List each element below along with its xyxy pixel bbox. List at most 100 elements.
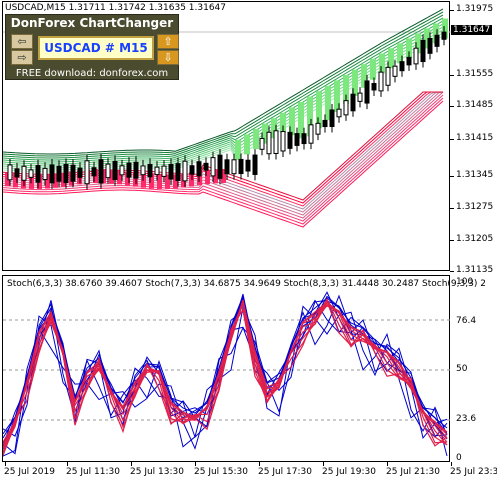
candle-body (84, 160, 90, 185)
candle-body (133, 161, 139, 179)
candle-body (77, 167, 83, 178)
candle-body (350, 93, 356, 112)
price-tick-label: 1.31415 (456, 133, 494, 143)
price-tick-label: 1.31555 (456, 69, 494, 79)
down-arrow-icon: ⇩ (163, 51, 173, 64)
candle-body (245, 159, 251, 172)
left-arrow-button[interactable]: ⇦ (11, 34, 33, 49)
candle-body (420, 39, 426, 63)
price-tick-label: 1.31135 (456, 265, 494, 275)
candle-body (140, 165, 146, 176)
price-tick-mark (450, 139, 454, 140)
candle-body (378, 71, 384, 92)
stoch-fast-line (3, 293, 448, 450)
stochastic-header: Stoch(6,3,3) 38.6760 39.4607 Stoch(7,3,3… (7, 279, 486, 289)
price-tick-mark (450, 106, 454, 107)
candle-body (14, 168, 20, 178)
candle-body (315, 122, 321, 135)
candle-body (210, 157, 216, 177)
candle-body (21, 165, 27, 181)
time-tick-label: 25 Jul 15:30 (194, 467, 248, 477)
candle-body (56, 165, 62, 182)
candle-body (63, 163, 69, 184)
time-tick-mark (451, 462, 452, 466)
right-arrow-button[interactable]: ⇨ (11, 50, 33, 65)
chart-changer-panel: DonForex ChartChanger ⇦ ⇨ USDCAD # M15 ⇧… (5, 14, 179, 80)
candle-body (259, 137, 265, 150)
bull-band-bar (298, 102, 304, 139)
price-tick-mark (450, 75, 454, 76)
candle-body (49, 164, 55, 184)
candle-body (329, 109, 335, 128)
time-tick-mark (195, 462, 196, 466)
time-tick-mark (131, 462, 132, 466)
candle-body (427, 37, 433, 54)
symbol-display[interactable]: USDCAD # M15 (38, 36, 154, 60)
stoch-fast-line (3, 299, 448, 438)
changer-title: DonForex ChartChanger (10, 16, 174, 30)
candle-body (154, 166, 160, 176)
bull-band-bar (235, 139, 241, 160)
price-tick-mark (450, 240, 454, 241)
time-tick-label: 25 Jul 13:30 (130, 467, 184, 477)
current-price-tag: 1.31647 (451, 25, 493, 35)
candle-body (182, 160, 188, 182)
chart-header: USDCAD,M15 1.31711 1.31742 1.31635 1.316… (5, 3, 226, 13)
chart-symbol: USDCAD,M15 (5, 3, 66, 13)
time-tick-mark (387, 462, 388, 466)
candle-body (308, 124, 314, 144)
stoch-level-23: 23.6 (456, 414, 477, 424)
candle-body (392, 65, 398, 77)
candle-body (175, 163, 181, 181)
time-tick-label: 25 Jul 11:30 (66, 467, 120, 477)
candle-body (406, 56, 412, 66)
price-tick-label: 1.31275 (456, 202, 494, 212)
candle-body (203, 162, 209, 171)
candle-body (189, 165, 195, 175)
candle-body (28, 169, 34, 178)
chart-ohlc: 1.31711 1.31742 1.31635 1.31647 (68, 3, 227, 13)
candle-body (224, 159, 230, 175)
candle-body (336, 108, 342, 118)
time-tick-mark (323, 462, 324, 466)
right-arrow-icon: ⇨ (17, 51, 27, 64)
stochastic-plot (3, 291, 451, 457)
candle-body (371, 83, 377, 91)
candle-body (385, 66, 391, 86)
candle-body (112, 161, 118, 181)
candle-body (399, 61, 405, 72)
candle-body (266, 131, 272, 155)
time-tick-mark (67, 462, 68, 466)
time-tick-label: 25 Jul 19:30 (322, 467, 376, 477)
time-tick-label: 25 Jul 17:30 (258, 467, 312, 477)
candle-body (7, 164, 13, 181)
candle-body (252, 154, 258, 175)
candle-body (357, 92, 363, 102)
changer-footer: FREE download: donforex.com (15, 68, 169, 79)
down-arrow-button[interactable]: ⇩ (157, 50, 179, 65)
candle-body (343, 100, 349, 116)
bull-band-bar (370, 58, 376, 80)
stochastic-panel[interactable] (2, 275, 451, 462)
price-tick-mark (450, 208, 454, 209)
candle-body (196, 161, 202, 177)
candle-body (35, 165, 41, 183)
stoch-fast-line (3, 299, 448, 439)
up-arrow-button[interactable]: ⇧ (157, 34, 179, 49)
candle-body (413, 47, 419, 65)
bull-band-bar (316, 91, 322, 129)
left-arrow-icon: ⇦ (17, 35, 27, 48)
up-arrow-icon: ⇧ (163, 35, 173, 48)
stoch-level-top: 100 (456, 277, 474, 287)
time-tick-label: 25 Jul 2019 (4, 467, 55, 477)
candle-body (161, 165, 167, 177)
candle-body (168, 163, 174, 180)
candle-body (287, 131, 293, 149)
candle-body (322, 119, 328, 128)
price-tick-mark (450, 271, 454, 272)
time-tick-mark (259, 462, 260, 466)
time-tick-label: 25 Jul 23:30 (450, 467, 497, 477)
candle-body (280, 131, 286, 152)
candle-body (70, 164, 76, 182)
time-tick-label: 25 Jul 21:30 (386, 467, 440, 477)
